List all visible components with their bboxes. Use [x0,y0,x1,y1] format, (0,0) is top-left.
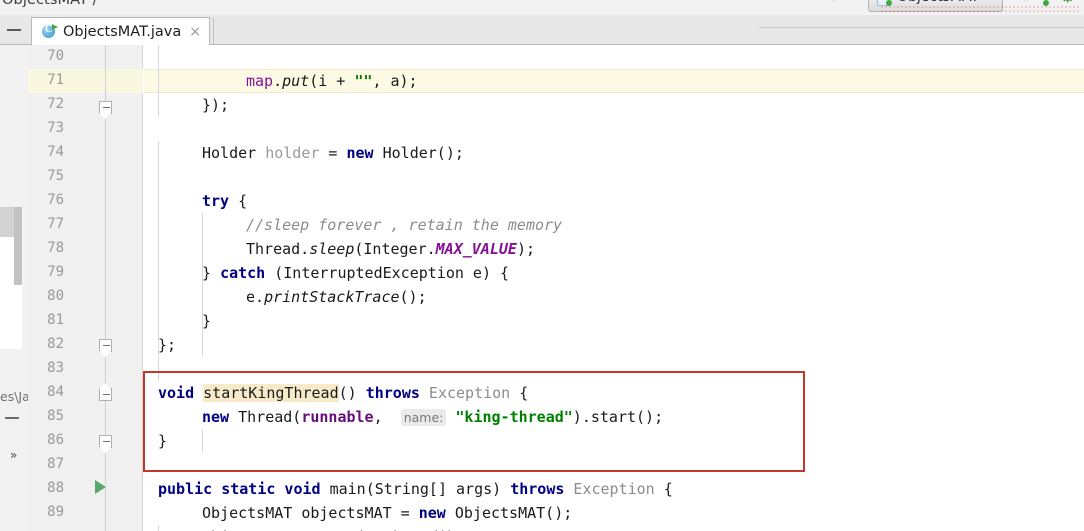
code-line: public static void main(String[] args) t… [158,480,673,498]
fold-marker-end-2[interactable] [98,339,113,357]
line-number: 74 [47,144,64,160]
line-number: 71 [47,72,64,88]
code-line: } [158,432,168,450]
line-number: 77 [47,216,64,232]
line-number: 88 [47,480,64,496]
run-button-icon[interactable] [1023,0,1037,5]
line-number: 73 [47,120,64,136]
fold-marker-end[interactable] [98,101,113,119]
code-line: ObjectsMAT objectsMAT = new ObjectsMAT()… [202,504,573,522]
tab-label: ObjectsMAT.java [63,23,182,40]
code-line: void startKingThread() throws Exception … [158,384,529,402]
tab-bar-empty-area [213,18,1084,44]
gutter-row: 77 [28,213,143,237]
gutter-row: 89 [28,501,143,525]
close-icon[interactable]: × [189,25,201,39]
stripe-partial-label: es\Ja [0,389,28,404]
java-class-icon: C [42,24,58,39]
stripe-minimize-icon[interactable] [5,417,19,419]
tab-bar-divider [759,27,1084,28]
line-number: 86 [47,432,64,448]
gutter-row: 78 [28,237,143,261]
stripe-scrollbar-thumb[interactable] [14,207,22,285]
code-line: }); [202,96,230,114]
collapse-all-button[interactable] [4,23,24,37]
gutter-row: 70 [28,45,143,69]
code-line: //sleep forever , retain the memory [246,216,563,234]
gutter-row: 75 [28,165,143,189]
code-editor[interactable]: map.put(i + "", a); }); Holder holder = … [144,45,1084,531]
fold-marker-start[interactable] [98,382,113,401]
error-squiggle [880,5,1080,13]
line-number: 82 [47,336,64,352]
gutter-row: 86 [28,429,143,453]
tab-objectsmat-java[interactable]: C ObjectsMAT.java × [31,17,210,45]
ide-window: ObjectsMAT / ObjectsMAT ⚙ C ObjectsMAT.j… [0,0,1084,531]
code-line: new Thread(runnable, name: "king-thread"… [202,408,664,426]
gutter-row: 83 [28,357,143,381]
gutter-row: 79 [28,261,143,285]
tool-window-stripe: es\Ja » [0,45,28,531]
line-number: 79 [47,264,64,280]
code-line: e.printStackTrace(); [246,288,427,306]
gutter-row: 81 [28,309,143,333]
gutter-row: 87 [28,453,143,477]
code-line: }; [158,336,177,354]
gutter-row: 88 [28,477,143,501]
highlighted-method-name: startKingThread [203,384,339,402]
expand-chevron-icon[interactable]: » [10,449,17,461]
fold-marker-end-3[interactable] [98,435,113,453]
line-number: 87 [47,456,64,472]
code-line: Holder holder = new Holder(); [202,144,464,162]
gutter-row: 72 [28,93,143,117]
editor-tab-bar: C ObjectsMAT.java × [0,15,1084,45]
line-number: 80 [47,288,64,304]
editor-gutter[interactable]: 70 71 72 73 74 75 76 77 78 79 80 81 82 8… [28,45,166,531]
gutter-row: 71 [28,69,143,93]
gutter-row: 85 [28,405,143,429]
line-number: 75 [47,168,64,184]
code-line: objectsMAT.startKingThread(); [144,525,464,531]
code-line: } catch (InterruptedException e) { [202,264,510,282]
gutter-row: 82 [28,333,143,357]
line-number: 85 [47,408,64,424]
code-line: Thread.sleep(Integer.MAX_VALUE); [246,240,535,258]
gutter-row: 73 [28,117,143,141]
breadcrumb[interactable]: ObjectsMAT / [2,0,98,8]
code-line: } [202,312,212,330]
line-number: 84 [47,384,64,400]
run-arrow-icon[interactable] [833,0,847,5]
code-line: map.put(i + "", a); [246,72,418,90]
gutter-row: 84 [28,381,143,405]
gutter-row: 74 [28,141,143,165]
parameter-hint: name: [400,409,447,426]
line-number: 89 [47,504,64,520]
line-number: 81 [47,312,64,328]
line-number: 70 [47,48,64,64]
line-number: 76 [47,192,64,208]
line-number: 72 [47,96,64,112]
code-line: try { [202,192,248,210]
gutter-row: 76 [28,189,143,213]
gutter-row: 80 [28,285,143,309]
line-number: 78 [47,240,64,256]
toolbar-strip: ObjectsMAT / ObjectsMAT ⚙ [0,0,1084,15]
line-number: 83 [47,360,64,376]
indent-guide [202,429,203,453]
